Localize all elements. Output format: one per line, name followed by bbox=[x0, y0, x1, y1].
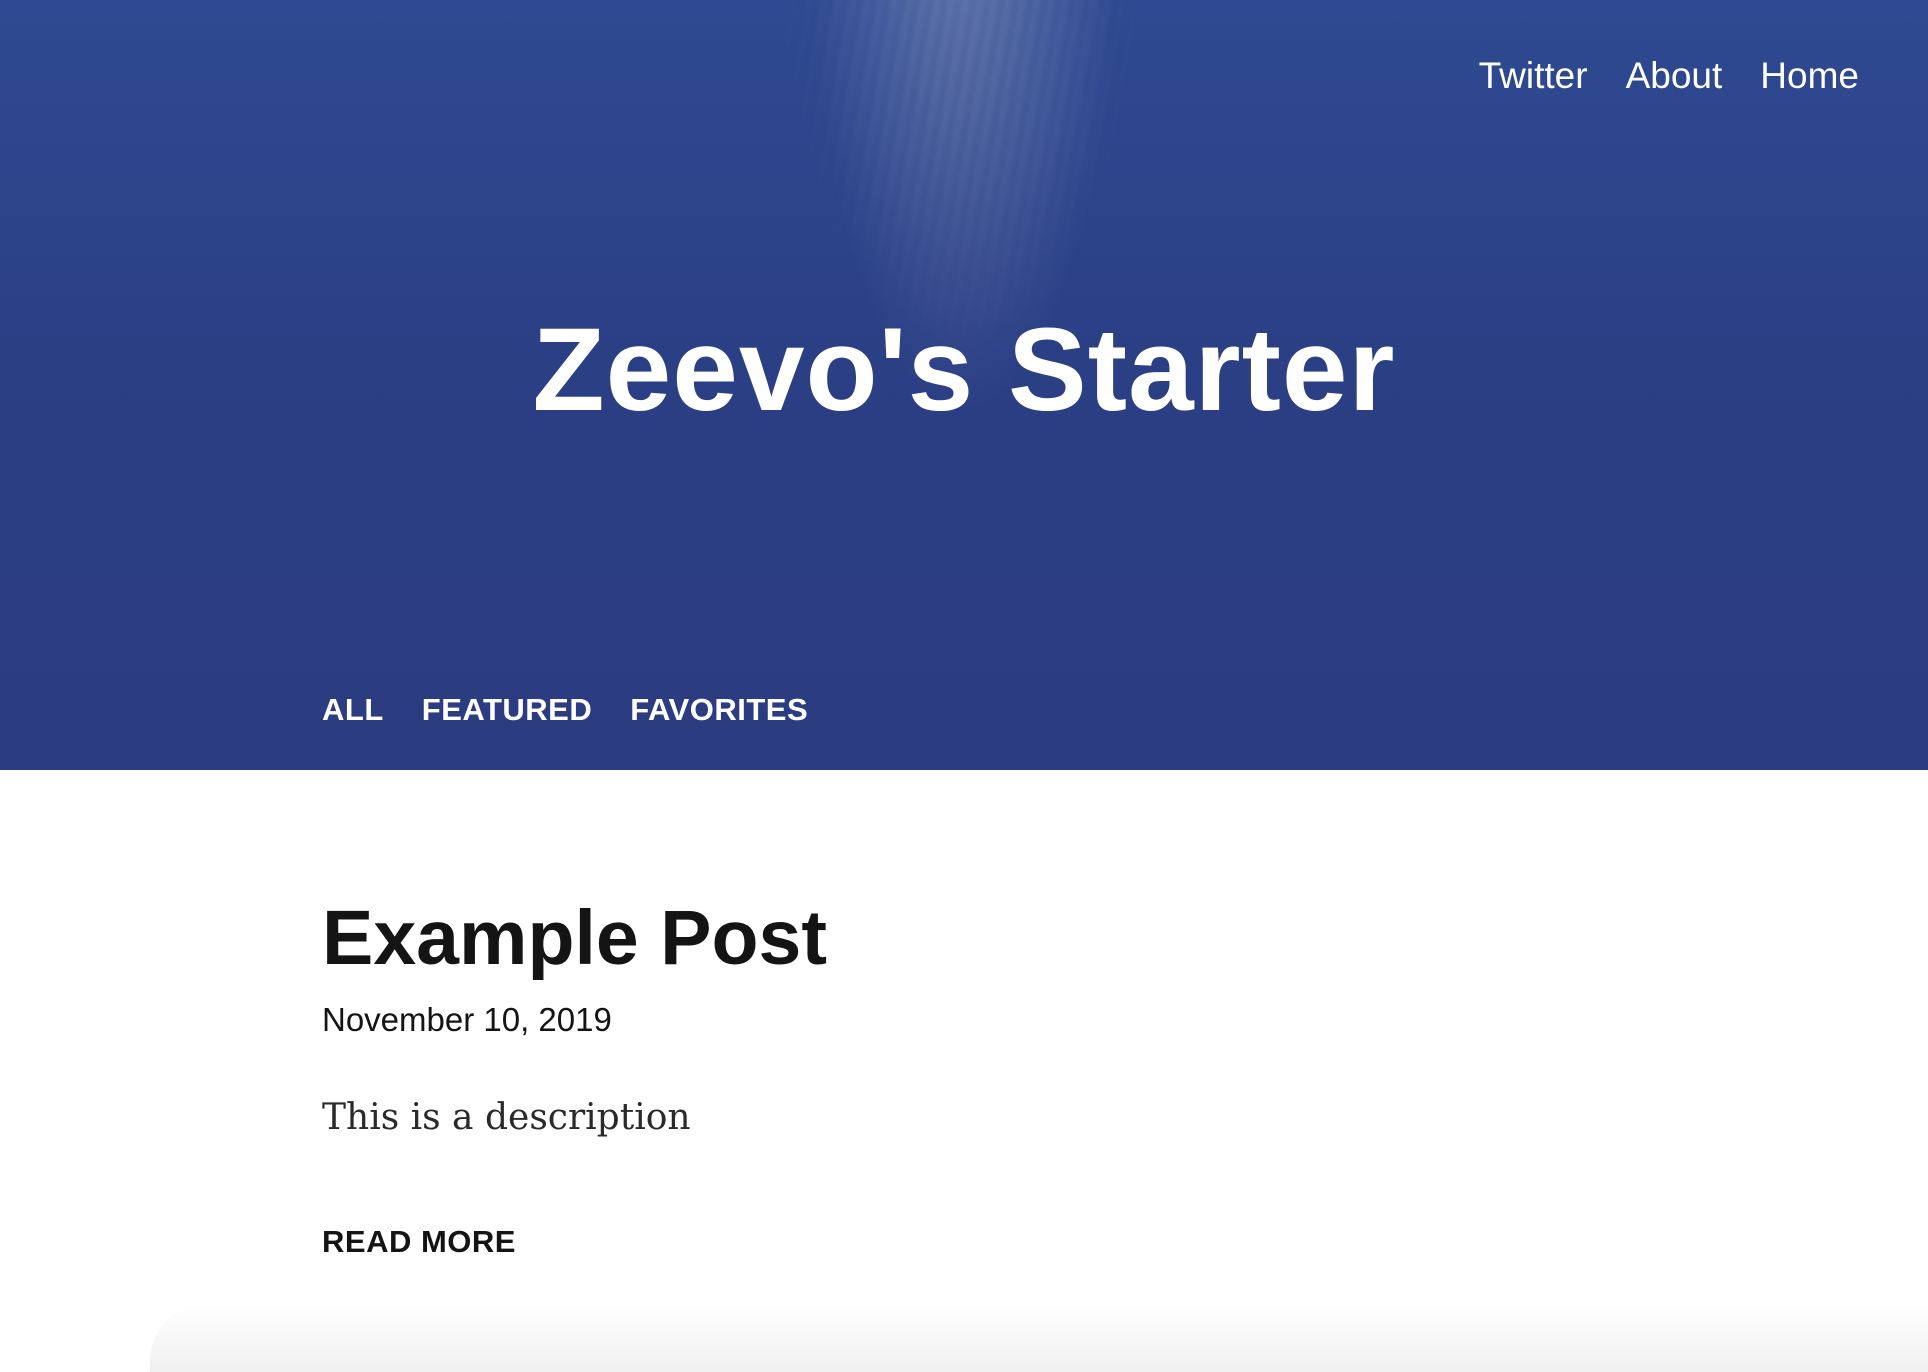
bottom-shadow bbox=[150, 1302, 1928, 1372]
filter-tab-featured[interactable]: FEATURED bbox=[422, 690, 592, 730]
nav-link-twitter[interactable]: Twitter bbox=[1479, 52, 1588, 100]
filter-nav: ALL FEATURED FAVORITES bbox=[322, 690, 808, 730]
post-date: November 10, 2019 bbox=[322, 1001, 612, 1038]
nav-link-about[interactable]: About bbox=[1626, 52, 1723, 100]
hero-header: Twitter About Home Zeevo's Starter ALL F… bbox=[0, 0, 1928, 770]
site-title: Zeevo's Starter bbox=[532, 304, 1396, 436]
filter-tab-all[interactable]: ALL bbox=[322, 690, 384, 730]
post-description: This is a description bbox=[322, 1097, 691, 1138]
post-card: Example Post November 10, 2019 This is a… bbox=[322, 890, 827, 1262]
filter-tab-favorites[interactable]: FAVORITES bbox=[630, 690, 808, 730]
top-nav: Twitter About Home bbox=[1479, 52, 1859, 100]
read-more-link[interactable]: READ MORE bbox=[322, 1222, 516, 1262]
nav-link-home[interactable]: Home bbox=[1760, 52, 1859, 100]
post-title[interactable]: Example Post bbox=[322, 890, 827, 986]
